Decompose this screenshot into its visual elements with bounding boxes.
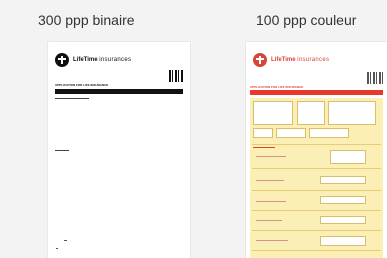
document-form-title: APPLICATION FOR LIFE INSURANCE: [55, 83, 109, 87]
form-separator: [252, 230, 381, 231]
document-header-bar: [55, 89, 183, 94]
color-preview-caption: 100 ppp couleur: [256, 12, 357, 28]
color-preview-panel: 100 ppp couleur LifeTime insurances APPL…: [196, 0, 387, 258]
form-field-box: [253, 128, 273, 138]
document-form-body: [250, 98, 383, 258]
form-field-box: [320, 236, 366, 246]
document-mark: [56, 248, 58, 249]
form-separator: [252, 168, 381, 169]
form-label-line: [256, 201, 286, 202]
form-field-box: [276, 128, 306, 138]
form-label-line: [256, 180, 284, 181]
document-logo: LifeTime insurances: [253, 52, 329, 68]
document-text-line: [55, 150, 69, 151]
form-label-line: [256, 156, 286, 157]
form-separator: [252, 250, 381, 251]
binary-document-thumbnail[interactable]: LifeTime insurances APPLICATION FOR LIFE…: [48, 42, 190, 258]
document-header-bar: [250, 90, 383, 95]
barcode-icon: [367, 72, 383, 84]
form-field-box: [320, 196, 366, 204]
document-brand-name: LifeTime: [271, 57, 296, 63]
barcode-icon: [169, 70, 183, 82]
document-brand: LifeTime insurances: [271, 57, 329, 63]
form-section-box: [297, 101, 325, 125]
form-field-box: [320, 216, 366, 224]
document-brand-sub: insurances: [297, 57, 330, 63]
form-field-box: [320, 176, 366, 184]
form-section-heading: [253, 147, 275, 148]
binary-preview-panel: 300 ppp binaire LifeTime insurances APPL…: [0, 0, 190, 258]
document-form-title: APPLICATION FOR LIFE INSURANCE: [250, 85, 304, 89]
form-separator: [252, 144, 381, 145]
form-separator: [252, 190, 381, 191]
document-mark: [64, 240, 67, 241]
form-field-box: [330, 150, 366, 164]
form-section-box: [253, 101, 293, 125]
form-field-box: [309, 128, 349, 138]
document-brand-sub: insurances: [99, 57, 132, 63]
document-brand-name: LifeTime: [73, 57, 98, 63]
document-logo: LifeTime insurances: [55, 52, 131, 68]
document-text-line: [55, 98, 89, 99]
form-label-line: [256, 220, 282, 221]
document-brand: LifeTime insurances: [73, 57, 131, 63]
color-document-thumbnail[interactable]: LifeTime insurances APPLICATION FOR LIFE…: [246, 42, 387, 258]
form-separator: [252, 210, 381, 211]
binary-preview-caption: 300 ppp binaire: [38, 12, 135, 28]
lifetime-logo-icon: [253, 53, 267, 67]
form-section-box: [328, 101, 376, 125]
form-label-line: [256, 240, 288, 241]
lifetime-logo-icon: [55, 53, 69, 67]
